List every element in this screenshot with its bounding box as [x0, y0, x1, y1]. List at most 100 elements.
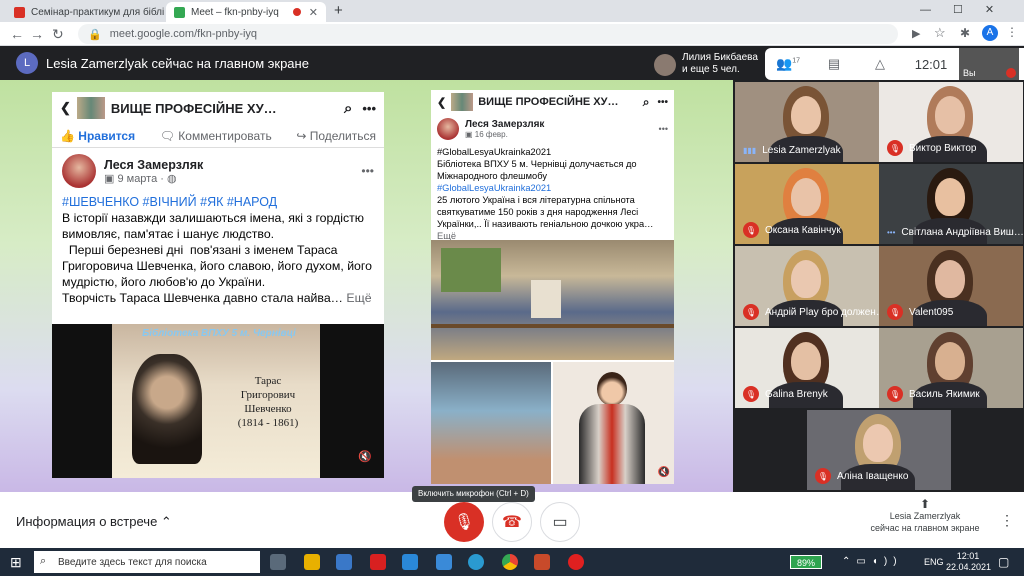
- mcafee-icon[interactable]: [370, 554, 386, 570]
- extensions-icon[interactable]: ✱: [960, 26, 970, 40]
- address-bar[interactable]: 🔒 meet.google.com/fkn-pnby-iyq: [78, 24, 898, 44]
- see-more-link[interactable]: Ещё: [346, 291, 371, 305]
- author-name[interactable]: Леся Замерзляк: [104, 158, 203, 172]
- tray-icons[interactable]: ⌃▭◖)): [842, 556, 903, 567]
- browser-tab-gmail[interactable]: Семінар-практикум для бібліо ✕: [6, 2, 164, 22]
- forward-icon[interactable]: →: [30, 26, 44, 42]
- activities-button[interactable]: △: [857, 56, 903, 72]
- presenting-status-button[interactable]: ⬆ Lesia Zamerzlyak сейчас на главном экр…: [860, 498, 990, 534]
- girl-reciting-photo[interactable]: 🔇: [553, 362, 674, 484]
- books-photo[interactable]: [431, 362, 551, 484]
- more-dots-icon[interactable]: •••: [657, 97, 668, 108]
- bookmark-star-icon[interactable]: ☆: [934, 25, 946, 41]
- participant-count: 17: [792, 57, 800, 65]
- mail-icon[interactable]: [402, 554, 418, 570]
- chat-icon: ▤: [827, 56, 841, 71]
- hashtag-text[interactable]: #GlobalLesyaUkrainka2021: [437, 146, 668, 158]
- globe-icon: · ◍: [157, 172, 177, 185]
- notifications-icon[interactable]: ▢: [998, 555, 1009, 569]
- more-dots-icon[interactable]: •••: [362, 101, 376, 116]
- participant-name: Galina Brenyk: [765, 388, 828, 400]
- participant-name-label: 🎙 Виктор Виктор: [887, 140, 976, 156]
- avatar: [62, 154, 96, 188]
- clock-date: 22.04.2021: [946, 562, 992, 572]
- back-chevron-icon[interactable]: ❮: [437, 96, 446, 109]
- more-dots-icon[interactable]: •••: [361, 164, 374, 178]
- recording-dot-icon: [292, 8, 301, 16]
- name-line: Тарас: [254, 375, 282, 387]
- participant-tile[interactable]: 🎙 Василь Якимик: [879, 328, 1023, 408]
- bookshelf-photo[interactable]: [431, 240, 674, 360]
- participant-name-label: 🎙 Василь Якимик: [887, 386, 980, 402]
- browser-tab-meet[interactable]: Meet – fkn-pnby-iyq ✕: [166, 2, 326, 22]
- mic-off-icon: 🎙: [743, 386, 759, 402]
- reload-icon[interactable]: ↻: [52, 26, 64, 42]
- participant-name: Valent095: [909, 306, 954, 318]
- avatar: [437, 118, 459, 140]
- more-options-icon[interactable]: ⋮: [1000, 512, 1014, 529]
- clock-time: 12:01: [956, 551, 980, 561]
- mute-icon[interactable]: 🔇: [358, 450, 372, 463]
- windows-taskbar: ⊞ ⌕ Введите здесь текст для поиска 89% ⌃…: [0, 548, 1024, 576]
- participant-tile[interactable]: ••• Світлана Андріївна Виш…: [879, 164, 1023, 244]
- people-button[interactable]: 👥17: [765, 56, 811, 72]
- powerpoint-icon[interactable]: [534, 554, 550, 570]
- language-indicator[interactable]: ENG: [924, 557, 944, 567]
- camera-toggle-button[interactable]: ▭: [540, 502, 580, 542]
- self-view-tile[interactable]: Вы: [959, 48, 1019, 80]
- thumbs-up-icon: 👍: [60, 128, 79, 143]
- mute-icon[interactable]: 🔇: [658, 467, 670, 478]
- share-button[interactable]: ↪ Поделиться: [296, 129, 376, 143]
- comment-button[interactable]: 🗨 Комментировать: [160, 129, 272, 143]
- participant-tile[interactable]: 🎙 Оксана Кавінчук: [735, 164, 879, 244]
- like-button[interactable]: 👍 Нравится: [60, 129, 135, 143]
- zoom-icon[interactable]: [436, 554, 452, 570]
- participant-tile[interactable]: 🎙 Galina Brenyk: [735, 328, 879, 408]
- mic-toggle-button[interactable]: 🎙: [444, 502, 484, 542]
- comment-label: Комментировать: [178, 128, 272, 143]
- post-video[interactable]: Бібліотека ВПХУ 5 м. Чернівці Тарас Григ…: [52, 324, 384, 478]
- participant-name-label: ••• Світлана Андріївна Виш…: [887, 227, 1023, 238]
- task-view-icon[interactable]: [270, 554, 286, 570]
- participant-tile[interactable]: 🎙 Аліна Іващенко: [807, 410, 951, 490]
- author-name[interactable]: Леся Замерзляк: [465, 119, 544, 130]
- mic-off-icon: [1006, 68, 1016, 78]
- chat-button[interactable]: ▤: [811, 56, 857, 72]
- tab-title: Семінар-практикум для бібліо: [31, 6, 164, 18]
- close-icon[interactable]: ✕: [309, 6, 318, 19]
- more-dots-icon[interactable]: •••: [659, 124, 668, 134]
- participant-name-label: 🎙 Galina Brenyk: [743, 386, 828, 402]
- taskbar-clock[interactable]: 12:01 22.04.2021: [946, 551, 992, 573]
- battery-indicator[interactable]: 89%: [790, 555, 822, 569]
- search-icon[interactable]: ⌕: [344, 100, 352, 117]
- participant-tile[interactable]: 🎙 Андрій Play бро должен…: [735, 246, 879, 326]
- window-controls[interactable]: —☐✕: [920, 3, 1016, 16]
- post-author: Леся Замерзляк ▣ 16 февр. •••: [431, 114, 674, 144]
- hashtag-link[interactable]: #GlobalLesyaUkrainka2021: [437, 182, 668, 194]
- back-icon[interactable]: ←: [10, 26, 24, 42]
- participant-tile[interactable]: 🎙 Виктор Виктор: [879, 82, 1023, 162]
- embroidered-shirt: [579, 404, 645, 484]
- profile-avatar[interactable]: A: [982, 25, 998, 41]
- page-title: ВИЩЕ ПРОФЕСІЙНЕ ХУ…: [110, 100, 277, 116]
- meeting-details-button[interactable]: Информация о встрече ⌃: [16, 514, 172, 530]
- new-tab-icon[interactable]: +: [334, 2, 343, 19]
- hashtags[interactable]: #ШЕВЧЕНКО #ВІЧНИЙ #ЯК #НАРОД: [62, 194, 374, 210]
- file-explorer-icon[interactable]: [304, 554, 320, 570]
- windows-start-icon[interactable]: ⊞: [10, 554, 22, 571]
- store-icon[interactable]: [336, 554, 352, 570]
- menu-kebab-icon[interactable]: ⋮: [1006, 25, 1018, 39]
- camera-indicator-icon[interactable]: ▶: [912, 27, 920, 40]
- participant-name: Виктор Виктор: [909, 142, 977, 154]
- edge-icon[interactable]: [468, 554, 484, 570]
- participant-name-label: 🎙 Андрій Play бро должен…: [743, 304, 879, 320]
- taskbar-search-input[interactable]: ⌕ Введите здесь текст для поиска: [34, 551, 260, 573]
- face: [597, 372, 627, 406]
- back-chevron-icon[interactable]: ❮: [60, 100, 71, 116]
- opera-icon[interactable]: [568, 554, 584, 570]
- participant-tile[interactable]: ▮▮▮ Lesia Zamerzlyak: [735, 82, 879, 162]
- search-icon[interactable]: ⌕: [643, 95, 650, 110]
- participant-tile[interactable]: 🎙 Valent095: [879, 246, 1023, 326]
- leave-call-button[interactable]: ☎: [492, 502, 532, 542]
- chrome-icon[interactable]: [502, 554, 518, 570]
